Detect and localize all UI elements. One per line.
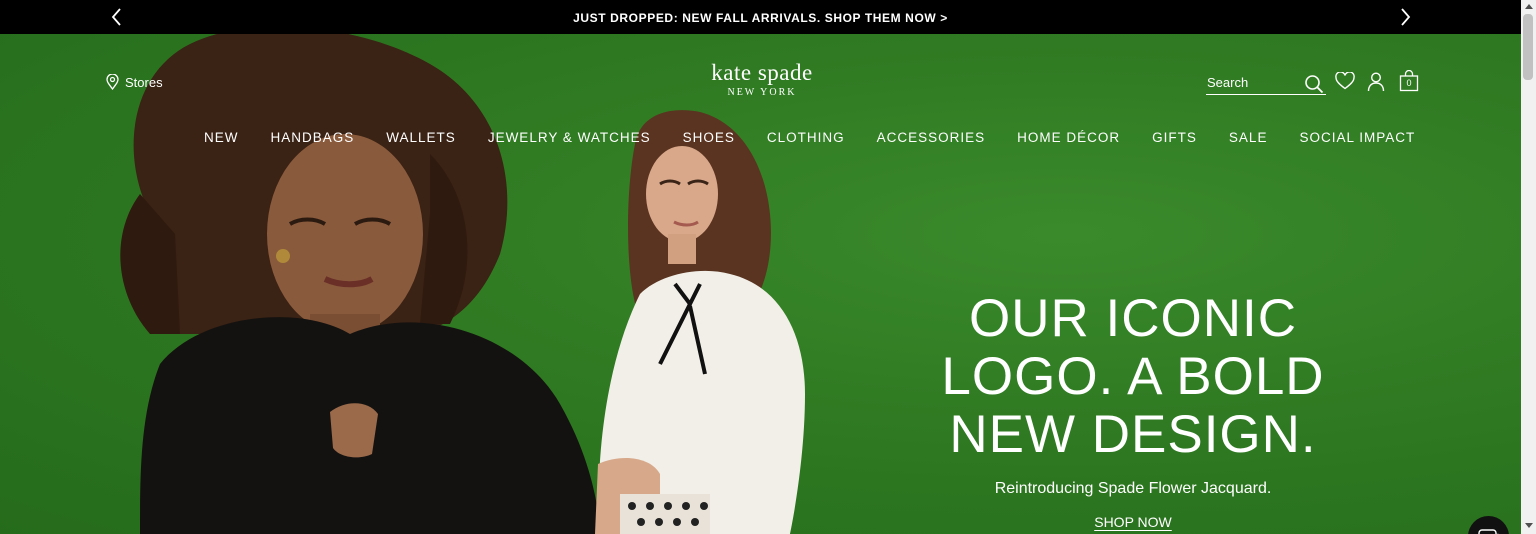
stores-label: Stores <box>125 74 163 90</box>
scroll-up-arrow-icon[interactable] <box>1525 4 1533 9</box>
headline-line: LOGO. A BOLD <box>941 347 1325 406</box>
scroll-down-arrow-icon[interactable] <box>1525 523 1533 528</box>
nav-item-wallets[interactable]: WALLETS <box>370 130 472 145</box>
search-input[interactable] <box>1207 75 1297 90</box>
headline-line: NEW DESIGN. <box>949 405 1317 464</box>
nav-item-home-decor[interactable]: HOME DÉCOR <box>1001 130 1136 145</box>
promo-text[interactable]: JUST DROPPED: NEW FALL ARRIVALS. SHOP TH… <box>0 11 1521 25</box>
map-pin-icon <box>106 74 119 90</box>
headline-line: OUR ICONIC <box>969 289 1297 348</box>
heart-icon[interactable] <box>1335 72 1355 90</box>
stores-link[interactable]: Stores <box>106 74 163 90</box>
nav-item-sale[interactable]: SALE <box>1213 130 1284 145</box>
nav-item-social-impact[interactable]: SOCIAL IMPACT <box>1283 130 1431 145</box>
scrollbar-thumb[interactable] <box>1523 14 1533 80</box>
chat-button[interactable] <box>1468 516 1509 534</box>
promo-next-button[interactable] <box>1394 6 1416 28</box>
scrollbar[interactable] <box>1521 0 1536 534</box>
shopping-bag-button[interactable]: 0 <box>1399 69 1419 97</box>
chat-bubble-icon <box>1477 528 1499 534</box>
nav-item-new[interactable]: NEW <box>188 130 255 145</box>
logo-subtitle: NEW YORK <box>727 87 797 98</box>
hero-headline: OUR ICONIC LOGO. A BOLD NEW DESIGN. <box>930 290 1336 464</box>
main-nav: NEW HANDBAGS WALLETS JEWELRY & WATCHES S… <box>188 130 1431 145</box>
nav-item-accessories[interactable]: ACCESSORIES <box>861 130 1002 145</box>
logo-wordmark: kate spade <box>711 60 813 85</box>
chevron-right-icon <box>1401 8 1411 26</box>
bag-count: 0 <box>1406 78 1412 88</box>
hero-subhead: Reintroducing Spade Flower Jacquard. <box>994 480 1272 497</box>
nav-item-handbags[interactable]: HANDBAGS <box>255 130 371 145</box>
hero-models-image <box>120 34 805 534</box>
shop-now-link[interactable]: SHOP NOW <box>1083 514 1183 530</box>
hero-banner[interactable]: Stores kate spade NEW YORK 0 NEW HANDBAG… <box>0 34 1521 534</box>
search-icon[interactable] <box>1304 74 1324 94</box>
user-icon[interactable] <box>1367 72 1385 92</box>
nav-item-gifts[interactable]: GIFTS <box>1136 130 1213 145</box>
nav-item-clothing[interactable]: CLOTHING <box>751 130 861 145</box>
promo-bar: JUST DROPPED: NEW FALL ARRIVALS. SHOP TH… <box>0 0 1521 34</box>
nav-item-shoes[interactable]: SHOES <box>667 130 751 145</box>
nav-item-jewelry-watches[interactable]: JEWELRY & WATCHES <box>472 130 667 145</box>
search-box[interactable] <box>1206 73 1326 95</box>
brand-logo[interactable]: kate spade NEW YORK <box>680 60 844 98</box>
